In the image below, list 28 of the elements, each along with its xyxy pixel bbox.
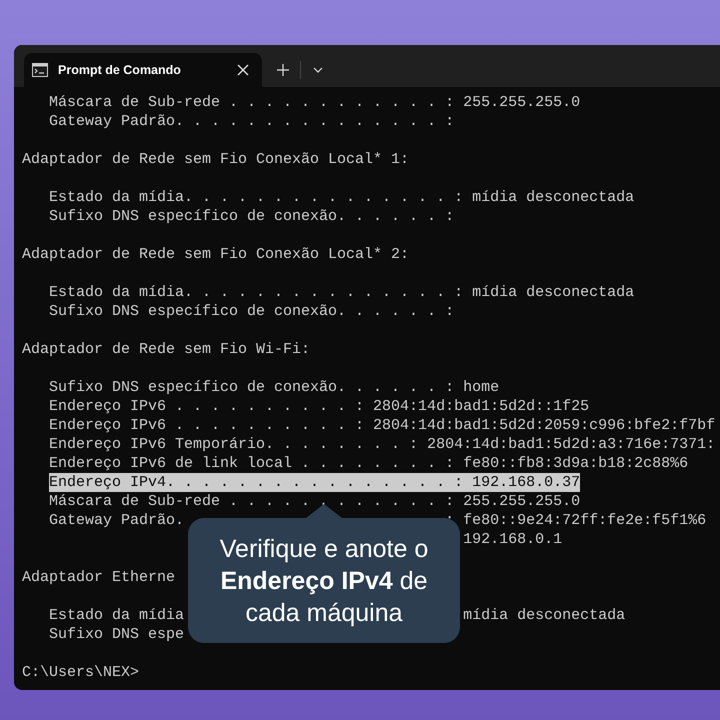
close-icon (237, 64, 249, 76)
console-line: Sufixo DNS específico de conexão. . . . . . : home (49, 378, 500, 397)
console-line: Estado da mídia (49, 606, 184, 625)
callout-pointer (306, 504, 342, 518)
tab[interactable]: Prompt de Comando (24, 53, 262, 87)
console-line: Endereço IPv6 de link local . . . . . . . . : fe80::fb8:3d9a:b18:2c88%6 (49, 454, 688, 473)
terminal-icon (32, 63, 48, 77)
console-heading: Adaptador de Rede sem Fio Conexão Local* 2: (22, 245, 410, 264)
callout-text: Verifique e anote o Endereço IPv4 de cada máquina (188, 518, 460, 643)
console-heading: C:\Users\NEX> (22, 663, 140, 682)
plus-icon (277, 64, 289, 76)
console-line: Sufixo DNS específico de conexão. . . . . . : (49, 302, 454, 321)
chevron-down-icon (313, 67, 323, 73)
console-line: Estado da mídia. . . . . . . . . . . . . . . : mídia desconectada (49, 283, 634, 302)
console-line: Sufixo DNS espe (49, 625, 184, 644)
console-heading: Adaptador de Rede sem Fio Conexão Local* 1: (22, 150, 410, 169)
console-line: Máscara de Sub-rede . . . . . . . . . . . . : 255.255.255.0 (49, 93, 580, 112)
console-value: mídia desconectada (463, 606, 626, 625)
console-line: Estado da mídia. . . . . . . . . . . . . . . : mídia desconectada (49, 188, 634, 207)
console-line: Gateway Padrão. . . . . . . . . . . . . . . : (49, 112, 454, 131)
console-heading: Adaptador Etherne (22, 568, 176, 587)
console-line: Gateway Padrão. (49, 511, 184, 530)
console-line: Endereço IPv6 . . . . . . . . . . : 2804:14d:bad1:5d2d:2059:c996:bfe2:f7bf (49, 416, 716, 435)
console-line: Endereço IPv6 Temporário. . . . . . . . : 2804:14d:bad1:5d2d:a3:716e:7371: (49, 435, 716, 454)
console-line: Sufixo DNS específico de conexão. . . . . . : (49, 207, 454, 226)
console-heading: Adaptador de Rede sem Fio Wi-Fi: (22, 340, 310, 359)
console-value: 192.168.0.1 (463, 530, 562, 549)
console-line: Endereço IPv6 . . . . . . . . . . : 2804:14d:bad1:5d2d::1f25 (49, 397, 590, 416)
